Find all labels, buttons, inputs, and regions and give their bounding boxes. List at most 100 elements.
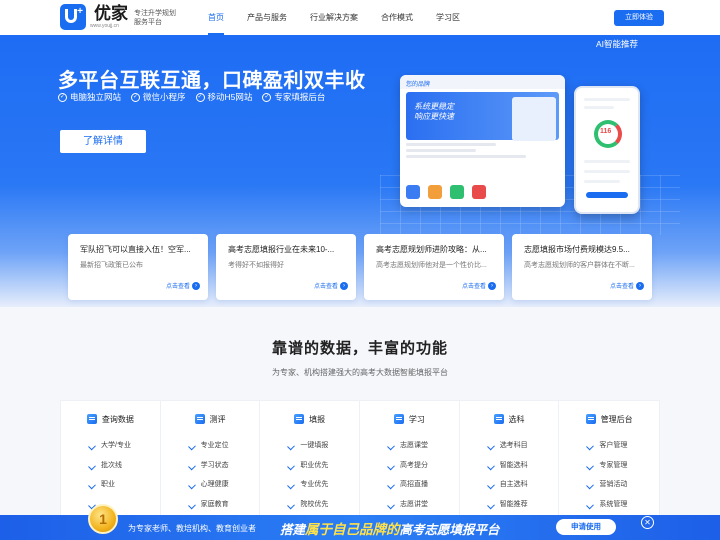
phone-line bbox=[584, 180, 620, 183]
apply-button[interactable]: 申请使用 bbox=[556, 519, 616, 535]
promo-headline: 搭建属于自己品牌的高考志愿填报平台 bbox=[280, 518, 500, 538]
desktop-mockup: 您的品牌 系统更稳定 响应更快速 bbox=[400, 75, 565, 207]
promo-post: 高考志愿填报平台 bbox=[399, 523, 500, 537]
feature-miniprogram: ✓ 微信小程序 bbox=[131, 91, 186, 103]
news-card[interactable]: 高考志愿规划师进阶攻略：从... 高考志愿规划师他对是一个性价比... 点击查看… bbox=[364, 234, 504, 300]
app-tile-icon bbox=[450, 185, 464, 199]
column-head[interactable]: 选科 bbox=[460, 413, 559, 425]
news-title[interactable]: 志愿填报市场付费规模达9.5... bbox=[524, 244, 640, 256]
nav-cooperation[interactable]: 合作模式 bbox=[381, 0, 413, 35]
column-item[interactable]: 自主选科 bbox=[488, 480, 559, 500]
column-title: 管理后台 bbox=[600, 414, 633, 424]
view-link-label: 点击查看 bbox=[461, 284, 486, 290]
hero-title: 多平台互联互通，口碑盈利双丰收 bbox=[58, 70, 366, 92]
column-title: 选科 bbox=[508, 414, 525, 424]
column-item[interactable]: 专业定位 bbox=[189, 441, 260, 461]
column-item[interactable]: 批次线 bbox=[89, 461, 160, 481]
view-link[interactable]: 点击查看 › bbox=[166, 281, 200, 290]
check-circle-icon: ✓ bbox=[262, 92, 272, 102]
news-card[interactable]: 高考志愿填报行业在未来10-... 考得好不如报得好 点击查看 › bbox=[216, 234, 356, 300]
column-head[interactable]: 查询数据 bbox=[61, 413, 160, 425]
column-head[interactable]: 学习 bbox=[360, 413, 459, 425]
view-link[interactable]: 点击查看 › bbox=[610, 281, 644, 290]
column-list: 志愿课堂 高考提分 高招直播 志愿讲堂 bbox=[360, 441, 459, 519]
column-head[interactable]: 填报 bbox=[260, 413, 359, 425]
phone-mockup: 116 bbox=[574, 86, 640, 214]
view-link-label: 点击查看 bbox=[609, 284, 634, 290]
phone-line bbox=[584, 160, 630, 163]
column-item[interactable]: 学习状态 bbox=[189, 461, 260, 481]
column-list: 专业定位 学习状态 心理健康 家庭教育 bbox=[161, 441, 260, 519]
column-title: 填报 bbox=[309, 414, 326, 424]
nav-solutions[interactable]: 行业解决方案 bbox=[310, 0, 358, 35]
column-title: 查询数据 bbox=[101, 414, 134, 424]
app-tile-icon bbox=[472, 185, 486, 199]
column-item[interactable]: 专业优先 bbox=[288, 480, 359, 500]
medal-icon: 1 bbox=[88, 504, 118, 534]
slogan: 专注升学规划 服务平台 bbox=[134, 9, 176, 27]
news-card[interactable]: 军队招飞可以直接入伍！空军... 最新招飞政策已公布 点击查看 › bbox=[68, 234, 208, 300]
column-head[interactable]: 测评 bbox=[161, 413, 260, 425]
logo[interactable]: + 优家 www.youjj.cn bbox=[60, 4, 128, 30]
column-item[interactable]: 选考科目 bbox=[488, 441, 559, 461]
column-item[interactable]: 营销活动 bbox=[587, 480, 659, 500]
book-icon bbox=[393, 414, 404, 424]
logo-icon: + bbox=[60, 4, 86, 30]
column-item[interactable]: 高考提分 bbox=[388, 461, 459, 481]
nav-products[interactable]: 产品与服务 bbox=[247, 0, 287, 35]
column-item[interactable]: 高招直播 bbox=[388, 480, 459, 500]
phone-line bbox=[584, 170, 630, 173]
ai-recommend-label: AI智能推荐 bbox=[596, 39, 639, 49]
learn-more-button[interactable]: 了解详情 bbox=[60, 130, 146, 153]
news-card[interactable]: 志愿填报市场付费规模达9.5... 高考志愿规划师的客户群体在不断... 点击查… bbox=[512, 234, 652, 300]
form-icon bbox=[294, 414, 305, 424]
mock-line bbox=[406, 143, 496, 146]
mock-line bbox=[406, 149, 476, 152]
try-now-button[interactable]: 立即体验 bbox=[614, 10, 664, 26]
promo-audience: 为专家老师、教培机构、教育创业者 bbox=[128, 524, 256, 533]
column-item[interactable]: 职业 bbox=[89, 480, 160, 500]
news-title[interactable]: 高考志愿填报行业在未来10-... bbox=[228, 244, 344, 256]
mock-side-panel bbox=[512, 97, 556, 141]
column-item[interactable]: 大学/专业 bbox=[89, 441, 160, 461]
mock-brand: 您的品牌 bbox=[400, 75, 565, 89]
view-link[interactable]: 点击查看 › bbox=[314, 281, 348, 290]
news-desc: 最新招飞政策已公布 bbox=[80, 262, 143, 269]
column-item[interactable]: 一键填报 bbox=[288, 441, 359, 461]
arrow-right-icon: › bbox=[636, 281, 644, 290]
nav-learning[interactable]: 学习区 bbox=[436, 0, 460, 35]
column-title: 测评 bbox=[209, 414, 226, 424]
feature-label: 移动H5网站 bbox=[207, 92, 253, 102]
phone-button bbox=[586, 192, 628, 198]
column-title: 学习 bbox=[408, 414, 425, 424]
column-list: 一键填报 职业优先 专业优先 院校优先 bbox=[260, 441, 359, 519]
section-title: 靠谱的数据，丰富的功能 bbox=[271, 340, 448, 357]
phone-line bbox=[584, 106, 614, 109]
view-link-label: 点击查看 bbox=[313, 284, 338, 290]
score-value: 116 bbox=[600, 128, 612, 135]
arrow-right-icon: › bbox=[488, 281, 496, 290]
column-item[interactable]: 职业优先 bbox=[288, 461, 359, 481]
nav-home[interactable]: 首页 bbox=[208, 0, 224, 35]
column-list: 选考科目 智能选科 自主选科 智能推荐 bbox=[460, 441, 559, 519]
database-icon bbox=[86, 414, 97, 424]
column-item[interactable]: 客户管理 bbox=[587, 441, 659, 461]
column-item[interactable]: 专家管理 bbox=[587, 461, 659, 481]
column-item[interactable]: 心理健康 bbox=[189, 480, 260, 500]
view-link-label: 点击查看 bbox=[165, 284, 190, 290]
promo-highlight: 属于自己品牌的 bbox=[305, 522, 400, 537]
news-title[interactable]: 高考志愿规划师进阶攻略：从... bbox=[376, 244, 492, 256]
brand-url: www.youjj.cn bbox=[90, 23, 119, 29]
column-head[interactable]: 管理后台 bbox=[559, 413, 659, 425]
column-item[interactable]: 智能选科 bbox=[488, 461, 559, 481]
column-item[interactable]: 志愿课堂 bbox=[388, 441, 459, 461]
check-circle-icon: ✓ bbox=[195, 92, 205, 102]
admin-icon bbox=[585, 414, 596, 424]
feature-pc-site: ✓ 电脑独立网站 bbox=[58, 91, 121, 103]
close-icon[interactable]: ✕ bbox=[641, 516, 654, 529]
feature-label: 电脑独立网站 bbox=[70, 92, 122, 102]
subjects-icon bbox=[493, 414, 504, 424]
news-title[interactable]: 军队招飞可以直接入伍！空军... bbox=[80, 244, 196, 256]
view-link[interactable]: 点击查看 › bbox=[462, 281, 496, 290]
section-subtitle: 为专家、机构搭建强大的高考大数据智能填报平台 bbox=[272, 368, 448, 377]
